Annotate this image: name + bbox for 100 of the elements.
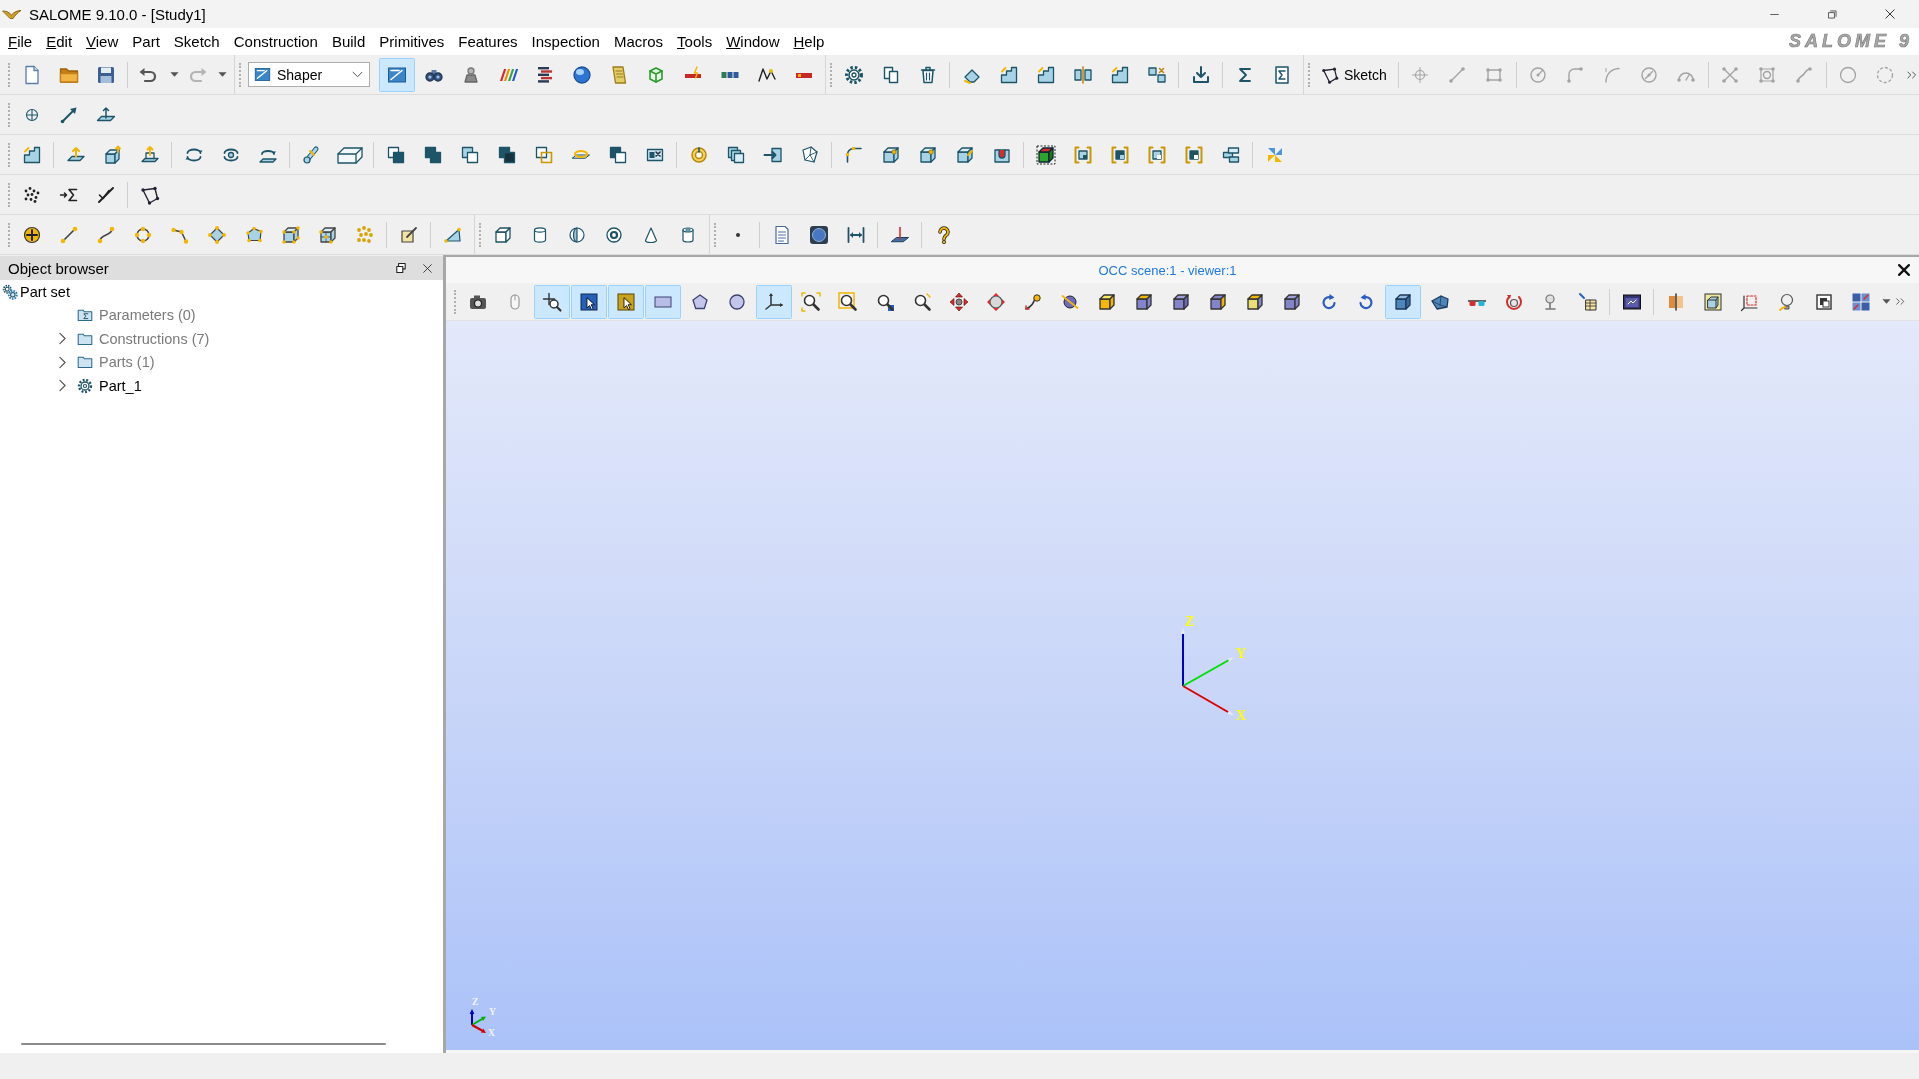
menu-item[interactable]: Macros bbox=[606, 28, 671, 55]
square-in-square-icon[interactable] bbox=[1813, 291, 1834, 312]
stacked-pages-icon[interactable] bbox=[725, 144, 746, 165]
extrude-tray-icon[interactable] bbox=[139, 144, 160, 165]
axes-icon[interactable] bbox=[755, 284, 792, 319]
menu-item[interactable]: Inspection bbox=[524, 28, 607, 55]
stacked-boxes-icon[interactable] bbox=[1220, 144, 1241, 165]
dotted-circle-icon[interactable] bbox=[132, 224, 153, 245]
close-icon[interactable] bbox=[422, 262, 433, 274]
split-view-icon[interactable] bbox=[1850, 291, 1871, 312]
rounded-cube-icon[interactable] bbox=[880, 144, 901, 165]
menu-item[interactable]: Part bbox=[125, 28, 167, 55]
view-cube-icon[interactable] bbox=[1244, 291, 1265, 312]
scrollbar-thumb[interactable] bbox=[21, 1043, 386, 1045]
rectangle-fill-icon[interactable] bbox=[644, 284, 681, 319]
overlapping-squares-icon[interactable] bbox=[533, 144, 554, 165]
view-cube-icon[interactable] bbox=[1133, 291, 1154, 312]
check-line-icon[interactable] bbox=[95, 184, 116, 205]
caret-icon[interactable] bbox=[217, 70, 227, 79]
ring-icon[interactable] bbox=[603, 224, 624, 245]
graduated-box-icon[interactable] bbox=[1702, 291, 1723, 312]
menu-item[interactable]: Features bbox=[451, 28, 525, 55]
line-nodes-icon[interactable] bbox=[58, 224, 79, 245]
gear-icon[interactable] bbox=[843, 64, 864, 85]
rotation-point-icon[interactable] bbox=[1022, 291, 1043, 312]
globe-icon[interactable] bbox=[571, 64, 592, 85]
table-icon[interactable] bbox=[1577, 291, 1598, 312]
bracketed-squares-icon[interactable] bbox=[1109, 144, 1130, 165]
sketch-button[interactable]: Sketch bbox=[1313, 59, 1395, 90]
download-icon[interactable] bbox=[1190, 64, 1211, 85]
dot-cloud-icon[interactable] bbox=[354, 224, 375, 245]
menu-item[interactable]: Help bbox=[786, 28, 832, 55]
menu-item[interactable]: Window bbox=[719, 28, 787, 55]
grid-cube-icon[interactable] bbox=[317, 224, 338, 245]
dashed-cube-icon[interactable] bbox=[1035, 144, 1056, 165]
box-outline-icon[interactable] bbox=[336, 144, 364, 165]
floppy-icon[interactable] bbox=[95, 64, 116, 85]
broken-block-icon[interactable] bbox=[1146, 64, 1167, 85]
stepped-block-icon[interactable] bbox=[998, 64, 1019, 85]
menu-item[interactable]: Primitives bbox=[372, 28, 452, 55]
mirror-icon[interactable] bbox=[1072, 64, 1093, 85]
circle-fill-icon[interactable] bbox=[726, 291, 747, 312]
tree-item[interactable]: Parts (1) bbox=[99, 354, 155, 371]
caret-icon[interactable] bbox=[169, 70, 179, 79]
tree-item[interactable]: Parameters (0) bbox=[99, 307, 196, 324]
view-cube-icon[interactable] bbox=[1096, 291, 1117, 312]
restore-icon[interactable] bbox=[1826, 8, 1838, 20]
stepped-block-icon[interactable] bbox=[21, 144, 42, 165]
close-icon[interactable] bbox=[1897, 263, 1911, 277]
view-cube-icon[interactable] bbox=[1207, 291, 1228, 312]
zoom-icon[interactable] bbox=[837, 291, 858, 312]
menu-item[interactable]: File bbox=[1, 28, 40, 55]
overlapping-squares-icon[interactable] bbox=[385, 144, 406, 165]
tree-item[interactable]: Part set bbox=[20, 283, 70, 300]
blueprint-icon[interactable] bbox=[378, 57, 415, 92]
crosshair-zoom-icon[interactable] bbox=[533, 284, 570, 319]
pentagon-face-icon[interactable] bbox=[243, 224, 264, 245]
tree-item[interactable]: Constructions (7) bbox=[99, 330, 210, 347]
fillet-corner-icon[interactable] bbox=[843, 144, 864, 165]
cube-nodes-icon[interactable] bbox=[280, 224, 301, 245]
circled-plus-filled-icon[interactable] bbox=[21, 224, 42, 245]
viewer-window-icon[interactable] bbox=[1621, 291, 1642, 312]
menu-item[interactable]: Sketch bbox=[166, 28, 227, 55]
measure-arrows-icon[interactable] bbox=[845, 224, 866, 245]
curve-icon[interactable] bbox=[95, 224, 116, 245]
bracketed-squares-icon[interactable] bbox=[1072, 144, 1093, 165]
module-dropdown[interactable]: Shaper bbox=[248, 62, 370, 87]
bracketed-squares-icon[interactable] bbox=[1183, 144, 1204, 165]
double-chevron-icon[interactable] bbox=[1894, 296, 1906, 307]
overlapping-squares-icon[interactable] bbox=[422, 144, 443, 165]
shaded-cube-icon[interactable] bbox=[1384, 284, 1421, 319]
polygon-icon[interactable] bbox=[139, 184, 160, 205]
plane-marker-icon[interactable] bbox=[889, 224, 910, 245]
stepped-block-icon[interactable] bbox=[1109, 64, 1130, 85]
half-sphere-icon[interactable] bbox=[566, 224, 587, 245]
menu-item[interactable]: View bbox=[79, 28, 126, 55]
cube-outline-icon[interactable] bbox=[492, 224, 513, 245]
dot-icon[interactable] bbox=[735, 232, 740, 237]
edit-frame-icon[interactable] bbox=[398, 224, 419, 245]
menu-item[interactable]: Construction bbox=[226, 28, 325, 55]
menu-item[interactable]: Edit bbox=[39, 28, 80, 55]
view-cube-icon[interactable] bbox=[1281, 291, 1302, 312]
float-windows-icon[interactable] bbox=[395, 262, 407, 274]
framed-sphere-icon[interactable] bbox=[808, 224, 829, 245]
diamond-icon[interactable] bbox=[206, 224, 227, 245]
overlapping-squares-icon[interactable] bbox=[607, 144, 628, 165]
extrude-box-icon[interactable] bbox=[102, 144, 123, 165]
zoom-icon[interactable] bbox=[800, 291, 821, 312]
tree-item[interactable]: Part_1 bbox=[99, 377, 142, 394]
caret-icon[interactable] bbox=[1881, 297, 1891, 306]
close-icon[interactable] bbox=[1884, 8, 1896, 20]
stepped-block-icon[interactable] bbox=[1035, 64, 1056, 85]
rounded-cube-icon[interactable] bbox=[917, 144, 938, 165]
view-cube-icon[interactable] bbox=[1170, 291, 1191, 312]
rotate-arrows-icon[interactable] bbox=[985, 291, 1006, 312]
overlapping-squares-icon[interactable] bbox=[496, 144, 517, 165]
menu-item[interactable]: Tools bbox=[670, 28, 720, 55]
chamfer-cube-icon[interactable] bbox=[954, 144, 975, 165]
menu-item[interactable]: Build bbox=[324, 28, 373, 55]
bracketed-squares-icon[interactable] bbox=[1146, 144, 1167, 165]
